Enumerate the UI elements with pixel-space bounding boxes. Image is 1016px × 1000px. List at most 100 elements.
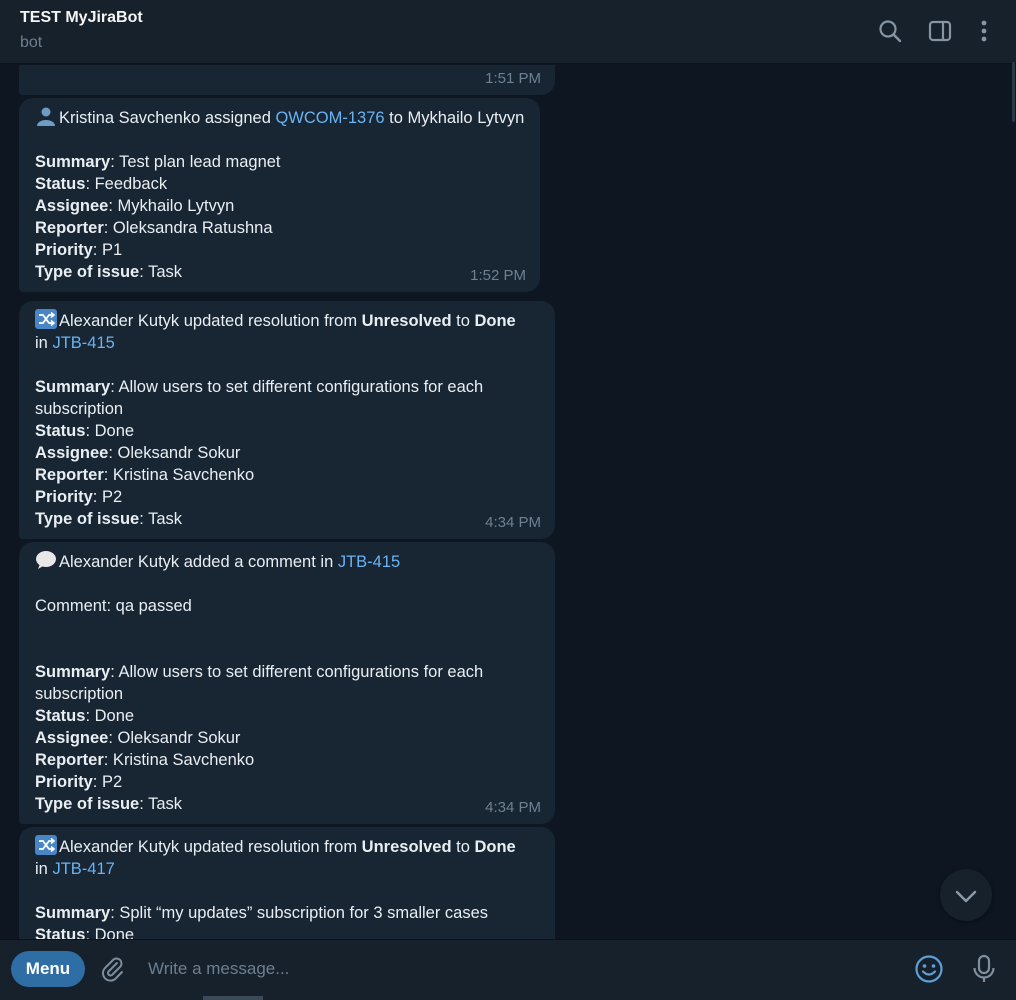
smiley-icon [915,955,943,983]
message-field: Reporter: Kristina Savchenko [35,749,539,771]
field-label: Priority [35,241,93,259]
event-actor: Alexander Kutyk updated resolution from [59,312,362,330]
field-label: Type of issue [35,510,140,528]
comment-text: Comment: qa passed [35,597,192,615]
message-bubble[interactable]: Alexander Kutyk added a comment in JTB-4… [19,542,555,824]
message-headline: Alexander Kutyk added a comment in JTB-4… [35,550,539,573]
window-edge-handle [203,996,263,1000]
field-label: Status [35,926,86,939]
field-label: Summary [35,153,111,171]
event-connector: in [35,860,53,878]
field-value: : P1 [92,241,123,259]
voice-message-button[interactable] [970,953,998,985]
chevron-down-icon [955,890,977,903]
message-field: Assignee: Oleksandr Sokur [35,442,539,464]
issue-link[interactable]: JTB-415 [52,334,114,352]
message-headline-cont: in JTB-417 [35,858,539,880]
feed-scrollbar[interactable] [1012,65,1016,939]
event-actor: Alexander Kutyk added a comment in [59,553,338,571]
issue-link[interactable]: JTB-415 [338,553,400,571]
chat-header: TEST MyJiraBot bot [0,0,1016,64]
microphone-icon [973,954,995,982]
message-bubble[interactable]: Alexander Kutyk updated resolution from … [19,827,555,939]
field-value: : P2 [92,773,123,791]
field-label: Priority [35,773,93,791]
field-value: : Done [85,422,135,440]
message-time: 4:34 PM [485,799,541,816]
chat-title[interactable]: TEST MyJiraBot [20,9,143,27]
message-field: Priority: P2 [35,771,539,793]
message-field: Status: Feedback [35,173,524,195]
message-bubble[interactable]: Type of issue: Task 1:51 PM [19,65,555,95]
attach-button[interactable] [98,954,126,982]
feed-scrollbar-thumb[interactable] [1012,62,1015,122]
message-bubble[interactable]: Alexander Kutyk updated resolution from … [19,301,555,539]
field-label: Type of issue [35,263,140,281]
more-vertical-icon[interactable] [971,18,997,44]
event-connector: to [451,312,475,330]
message-field: Reporter: Kristina Savchenko [35,464,539,486]
event-connector: in [35,334,53,352]
message-field: Assignee: Oleksandr Sokur [35,727,539,749]
message-bubble[interactable]: Kristina Savchenko assigned QWCOM-1376 t… [19,98,540,292]
bot-menu-button[interactable]: Menu [11,951,85,987]
message-field: Status: Done [35,924,539,939]
message-input[interactable] [138,950,898,988]
message-time: 1:51 PM [485,70,541,87]
message-field: Priority: P2 [35,486,539,508]
field-value: : Task [139,795,183,813]
field-value: : P2 [92,488,123,506]
field-value: : Split “my updates” subscription for 3 … [110,904,489,922]
field-value: : Test plan lead magnet [110,153,281,171]
message-headline-cont: in JTB-415 [35,332,539,354]
chat-subtitle: bot [20,34,43,51]
message-composer: Menu [0,939,1016,1000]
field-value: : Kristina Savchenko [103,751,255,769]
field-label: Type of issue [35,795,140,813]
event-target: to Mykhailo Lytvyn [384,109,525,127]
field-label: Assignee [35,197,109,215]
shuffle-icon [35,309,57,329]
message-feed[interactable]: Type of issue: Task 1:51 PM Kristina Sav… [0,65,1016,939]
field-label: Priority [35,488,93,506]
search-icon[interactable] [877,18,903,44]
message-field: Reporter: Oleksandra Ratushna [35,217,524,239]
field-label: Assignee [35,444,109,462]
field-value: : Oleksandra Ratushna [103,219,273,237]
message-time: 1:52 PM [470,267,526,284]
message-field: Type of issue: Task [35,793,539,815]
issue-link[interactable]: JTB-417 [52,860,114,878]
message-headline: Kristina Savchenko assigned QWCOM-1376 t… [35,106,524,129]
message-field: Status: Done [35,420,539,442]
shuffle-icon [35,835,57,855]
field-value: : Done [85,707,135,725]
message-field: Assignee: Mykhailo Lytvyn [35,195,524,217]
message-field: Type of issue: Task [35,261,524,283]
field-label: Assignee [35,729,109,747]
message-time: 4:34 PM [485,514,541,531]
field-label: Status [35,422,86,440]
resolution-from: Unresolved [361,312,452,330]
field-value: : Oleksandr Sokur [108,444,241,462]
emoji-button[interactable] [913,953,945,985]
message-field: Summary: Allow users to set different co… [35,661,525,705]
sidebar-toggle-icon[interactable] [927,18,953,44]
resolution-to: Done [474,838,516,856]
speech-bubble-icon [35,550,57,570]
field-label: Reporter [35,466,104,484]
field-value: : Task [139,510,183,528]
resolution-to: Done [474,312,516,330]
issue-link[interactable]: QWCOM-1376 [275,109,384,127]
field-label: Status [35,175,86,193]
message-headline: Alexander Kutyk updated resolution from … [35,309,539,332]
field-value: : Task [139,263,183,281]
message-field: Priority: P1 [35,239,524,261]
message-field: Summary: Split “my updates” subscription… [35,902,539,924]
field-label: Status [35,707,86,725]
scroll-down-button[interactable] [940,869,992,921]
